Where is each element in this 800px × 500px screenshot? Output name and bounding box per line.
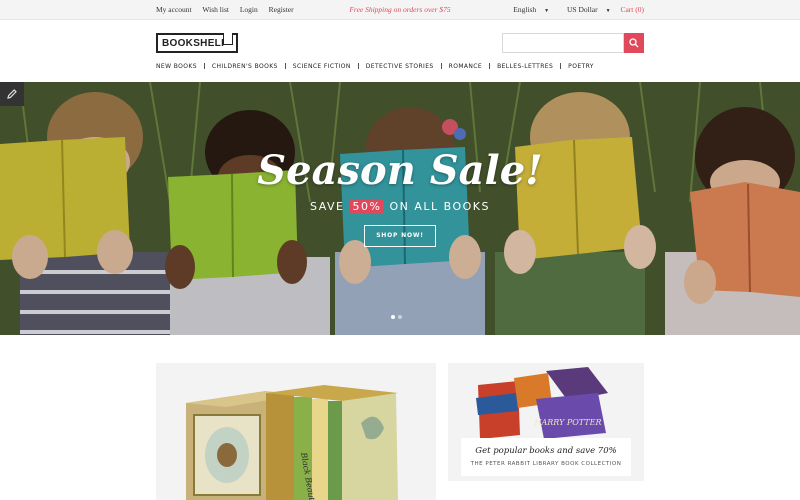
hero-sub-before: SAVE	[310, 200, 350, 213]
hero-title: Season Sale!	[257, 147, 543, 194]
nav-childrens-books[interactable]: CHILDREN'S BOOKS	[212, 63, 278, 70]
language-label: English	[513, 5, 537, 14]
nav-romance[interactable]: ROMANCE	[449, 63, 482, 70]
nav-separator	[357, 63, 359, 69]
nav-separator	[489, 63, 491, 69]
nav-separator	[560, 63, 562, 69]
slider-dot[interactable]	[391, 315, 395, 319]
slider-dots	[391, 306, 405, 324]
top-bar: My account Wish list Login Register Free…	[0, 0, 800, 20]
discount-badge: 50%	[349, 199, 385, 214]
caption-headline: Get popular books and save 70%	[475, 446, 617, 456]
product-title: HARRY POTTER	[533, 418, 601, 427]
nav-separator	[284, 63, 286, 69]
shop-now-button[interactable]: SHOP NOW!	[364, 225, 436, 247]
edit-button[interactable]	[0, 82, 24, 106]
language-selector[interactable]: English ▼	[505, 5, 549, 14]
slider-dot[interactable]	[398, 315, 402, 319]
hero-subtitle: SAVE 50% ON ALL BOOKS	[0, 199, 800, 214]
currency-selector[interactable]: US Dollar ▼	[559, 5, 611, 14]
nav-detective-stories[interactable]: DETECTIVE STORIES	[366, 63, 434, 70]
logo[interactable]: BOOKSHELF	[156, 33, 238, 53]
shipping-promo: Free Shipping on orders over $75	[349, 5, 451, 14]
caption-subline: THE PETER RABBIT LIBRARY BOOK COLLECTION	[470, 461, 622, 467]
boxed-set-banner[interactable]: Black Beauty	[156, 363, 436, 500]
hero-slider[interactable]: Season Sale! SAVE 50% ON ALL BOOKS SHOP …	[0, 82, 800, 335]
category-nav: NEW BOOKS CHILDREN'S BOOKS SCIENCE FICTION…	[156, 63, 594, 70]
chevron-down-icon: ▼	[544, 9, 550, 14]
boxed-set-image: Black Beauty	[186, 385, 398, 500]
popular-books-caption: Get popular books and save 70% THE PETER…	[461, 438, 631, 476]
nav-science-fiction[interactable]: SCIENCE FICTION	[293, 63, 351, 70]
nav-new-books[interactable]: NEW BOOKS	[156, 63, 197, 70]
nav-separator	[203, 63, 205, 69]
logo-text: BOOKSHELF	[162, 38, 228, 49]
hero-sub-after: ON ALL BOOKS	[384, 200, 490, 213]
nav-separator	[440, 63, 442, 69]
pencil-icon	[7, 89, 17, 99]
search-icon	[629, 38, 639, 48]
chevron-down-icon: ▼	[605, 9, 611, 14]
topbar-right: English ▼ US Dollar ▼ Cart (0)	[497, 5, 644, 14]
bookmark-icon	[223, 33, 233, 45]
nav-belles-lettres[interactable]: BELLES-LETTRES	[497, 63, 553, 70]
cart-link[interactable]: Cart (0)	[620, 5, 644, 14]
nav-poetry[interactable]: POETRY	[568, 63, 594, 70]
currency-label: US Dollar	[567, 5, 598, 14]
search-input[interactable]	[502, 33, 624, 53]
search-button[interactable]	[624, 33, 644, 53]
